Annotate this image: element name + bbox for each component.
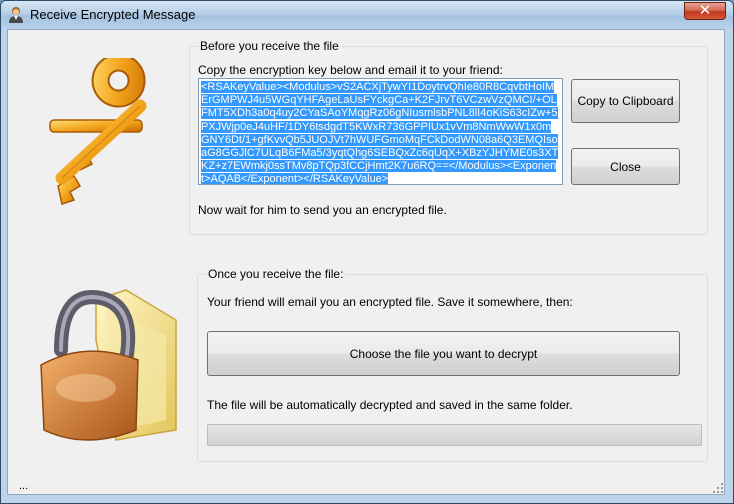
encryption-key-textbox[interactable]: <RSAKeyValue><Modulus>vS2ACXjTywYI1Doytr… xyxy=(198,78,563,185)
before-receive-group-title: Before you receive the file xyxy=(198,39,341,53)
auto-decrypt-note: The file will be automatically decrypted… xyxy=(207,398,573,412)
encryption-key-text: <RSAKeyValue><Modulus>vS2ACXjTywYI1Doytr… xyxy=(201,81,559,185)
copy-to-clipboard-button[interactable]: Copy to Clipboard xyxy=(571,79,680,123)
copy-key-instruction: Copy the encryption key below and email … xyxy=(198,63,503,77)
save-file-instruction: Your friend will email you an encrypted … xyxy=(207,295,573,309)
once-receive-group-title: Once you receive the file: xyxy=(206,267,346,281)
window-close-button[interactable]: ✕ xyxy=(684,1,726,20)
locked-folder-icon xyxy=(40,289,177,441)
window-title: Receive Encrypted Message xyxy=(30,7,196,22)
key-icon xyxy=(49,58,147,205)
resize-grip-icon[interactable] xyxy=(712,482,724,494)
choose-file-button[interactable]: Choose the file you want to decrypt xyxy=(207,331,680,376)
title-bar[interactable]: Receive Encrypted Message ✕ xyxy=(1,1,733,29)
close-button[interactable]: Close xyxy=(571,148,680,185)
user-icon xyxy=(9,7,23,23)
status-text: ... xyxy=(19,480,29,492)
close-icon: ✕ xyxy=(698,1,712,19)
wait-instruction: Now wait for him to send you an encrypte… xyxy=(198,203,447,217)
decrypt-progress-bar xyxy=(207,424,702,446)
